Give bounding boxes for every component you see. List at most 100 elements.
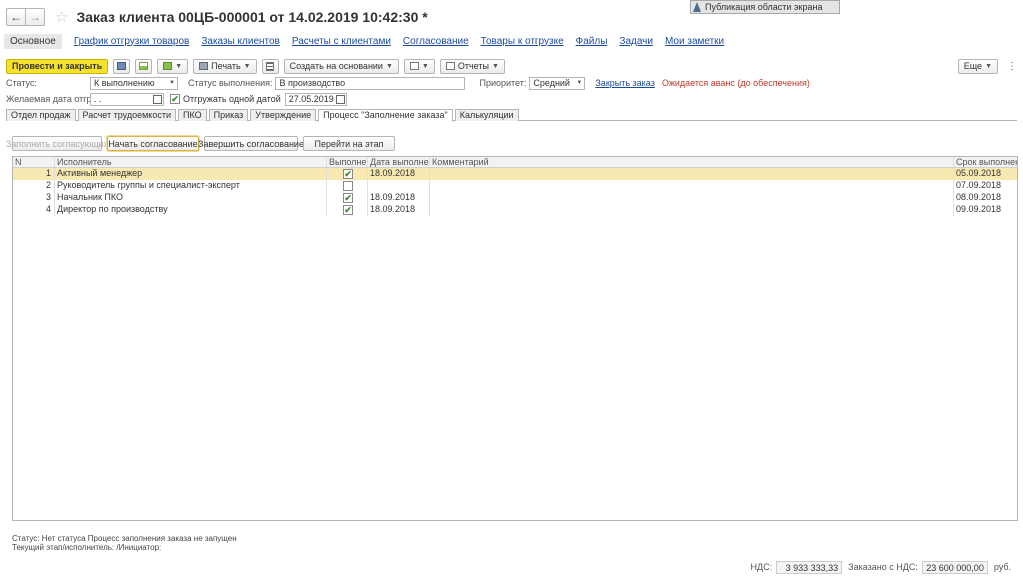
favorite-star-icon[interactable]: ☆: [55, 8, 68, 26]
calendar-icon[interactable]: [335, 94, 345, 104]
col-due[interactable]: Срок выполнения: [954, 157, 1017, 167]
col-done[interactable]: Выполнено: [327, 157, 368, 167]
row-due: 07.09.2018: [956, 180, 1002, 190]
subtab-sales-dept[interactable]: Отдел продаж: [6, 109, 76, 121]
table-row[interactable]: 2 Руководитель группы и специалист-экспе…: [13, 180, 1017, 192]
more-label: Еще: [963, 61, 983, 71]
page-title: Заказ клиента 00ЦБ-000001 от 14.02.2019 …: [76, 9, 428, 25]
close-order-link[interactable]: Закрыть заказ: [595, 78, 654, 88]
ship-date-value: . .: [94, 94, 102, 104]
structure-button[interactable]: ▼: [157, 58, 189, 74]
table-header: N Исполнитель Выполнено Дата выполнения …: [13, 157, 1017, 168]
attach-button[interactable]: ▼: [403, 58, 435, 74]
nav-tab-client-orders[interactable]: Заказы клиентов: [201, 36, 280, 47]
chevron-down-icon: ▼: [491, 62, 499, 70]
col-n[interactable]: N: [13, 157, 55, 167]
ship-one-date-input[interactable]: 27.05.2019: [284, 92, 347, 106]
col-done-date[interactable]: Дата выполнения: [368, 157, 430, 167]
row-done-date: 18.09.2018: [368, 192, 430, 204]
done-checkbox[interactable]: ✔: [343, 205, 353, 215]
subtab-pko[interactable]: ПКО: [178, 109, 207, 121]
row-executor: Активный менеджер: [55, 168, 327, 180]
ship-date-row: Желаемая дата отгрузки: . . ✔ Отгружать …: [6, 92, 347, 106]
status-row: Статус: К выполнению ▼ Статус выполнения:…: [6, 76, 810, 90]
attachment-icon: [409, 62, 419, 70]
row-due: 05.09.2018: [956, 168, 1002, 178]
post-document-icon: [139, 62, 149, 70]
nav-tab-files[interactable]: Файлы: [576, 36, 608, 47]
row-done-date: 18.09.2018: [368, 168, 430, 180]
row-done-cell[interactable]: ✔: [327, 168, 368, 180]
arrow-left-icon: ←: [10, 10, 22, 24]
row-n: 1: [13, 168, 55, 180]
exec-status-field[interactable]: В производство: [275, 76, 466, 90]
calendar-icon[interactable]: [153, 94, 162, 104]
row-done-cell[interactable]: [327, 180, 368, 192]
ship-date-input[interactable]: . .: [90, 92, 164, 106]
nav-tab-client-settlements[interactable]: Расчеты с клиентами: [292, 36, 391, 47]
ship-date-label: Желаемая дата отгрузки:: [6, 94, 112, 104]
print-button[interactable]: Печать ▼: [193, 58, 257, 74]
col-executor[interactable]: Исполнитель: [55, 157, 327, 167]
priority-value: Средний: [533, 78, 570, 88]
start-approval-button[interactable]: Начать согласование: [107, 136, 199, 151]
row-executor: Начальник ПКО: [55, 192, 327, 204]
row-due: 08.09.2018: [956, 192, 1002, 202]
exec-status-value: В производство: [279, 78, 346, 88]
status-line-2: Текущий этап/исполнитель: /Инициатор:: [12, 543, 162, 552]
table-row[interactable]: 4 Директор по производству ✔ 18.09.2018 …: [13, 204, 1017, 216]
subtab-order-decree[interactable]: Приказ: [208, 109, 249, 121]
go-to-stage-button[interactable]: Перейти на этап: [303, 136, 395, 151]
nav-tab-notes[interactable]: Мои заметки: [665, 36, 724, 47]
nav-tab-tasks[interactable]: Задачи: [619, 36, 653, 47]
nav-tab-shipment-schedule[interactable]: График отгрузки товаров: [74, 36, 190, 47]
journal-button[interactable]: [261, 58, 279, 74]
ship-one-date-checkbox[interactable]: ✔: [170, 94, 180, 104]
nav-tab-goods-to-ship[interactable]: Товары к отгрузке: [481, 36, 564, 47]
nav-tab-approval[interactable]: Согласование: [403, 36, 469, 47]
done-checkbox[interactable]: ✔: [343, 169, 353, 179]
post-and-close-button[interactable]: Провести и закрыть: [6, 58, 109, 74]
status-select[interactable]: К выполнению ▼: [90, 76, 178, 90]
list-icon: [266, 61, 275, 71]
subtab-approval[interactable]: Утверждение: [250, 109, 317, 121]
screen-publish-tooltip: Публикация области экрана: [690, 0, 840, 14]
done-checkbox[interactable]: ✔: [343, 193, 353, 203]
chevron-down-icon: ▼: [385, 62, 393, 70]
save-button[interactable]: [113, 58, 131, 74]
nav-tab-main[interactable]: Основное: [4, 33, 62, 49]
subtab-calculations[interactable]: Калькуляции: [454, 109, 519, 121]
row-comment: [430, 192, 954, 204]
create-based-button[interactable]: Создать на основании ▼: [283, 58, 399, 74]
printer-icon: [199, 62, 209, 70]
ship-one-date-value: 27.05.2019: [288, 94, 334, 104]
post-button[interactable]: [135, 58, 153, 74]
print-label: Печать: [211, 61, 241, 71]
finish-approval-button[interactable]: Завершить согласование: [198, 136, 304, 151]
table-row[interactable]: 1 Активный менеджер ✔ 18.09.2018 05.09.2…: [13, 168, 1017, 180]
subtab-labor-calc[interactable]: Расчет трудоемкости: [77, 109, 176, 121]
process-actions: Заполнить согласующих Начать согласовани…: [6, 136, 400, 152]
reports-button[interactable]: Отчеты ▼: [439, 58, 505, 74]
col-comment[interactable]: Комментарий: [430, 157, 954, 167]
subtab-fill-process[interactable]: Процесс "Заполнение заказа": [318, 109, 453, 122]
priority-select[interactable]: Средний ▼: [529, 76, 586, 90]
chevron-down-icon: ▼: [175, 62, 183, 70]
forward-button[interactable]: →: [25, 8, 45, 26]
vertical-dots-icon[interactable]: ⋮: [1007, 61, 1017, 72]
priority-label: Приоритет:: [479, 78, 527, 88]
status-label: Статус:: [6, 78, 37, 88]
chevron-down-icon: ▼: [985, 62, 992, 70]
row-done-cell[interactable]: ✔: [327, 192, 368, 204]
row-comment: [430, 168, 954, 180]
row-done-cell[interactable]: ✔: [327, 204, 368, 216]
row-executor: Руководитель группы и специалист-эксперт: [55, 180, 327, 192]
currency-label: руб.: [993, 562, 1011, 572]
done-checkbox[interactable]: [343, 181, 353, 191]
more-button[interactable]: Еще ▼: [957, 58, 998, 74]
back-button[interactable]: ←: [6, 8, 26, 26]
structure-icon: [163, 62, 173, 70]
table-row[interactable]: 3 Начальник ПКО ✔ 18.09.2018 08.09.2018: [13, 192, 1017, 204]
arrow-right-icon: →: [29, 10, 41, 24]
fill-approvers-button[interactable]: Заполнить согласующих: [6, 136, 108, 151]
